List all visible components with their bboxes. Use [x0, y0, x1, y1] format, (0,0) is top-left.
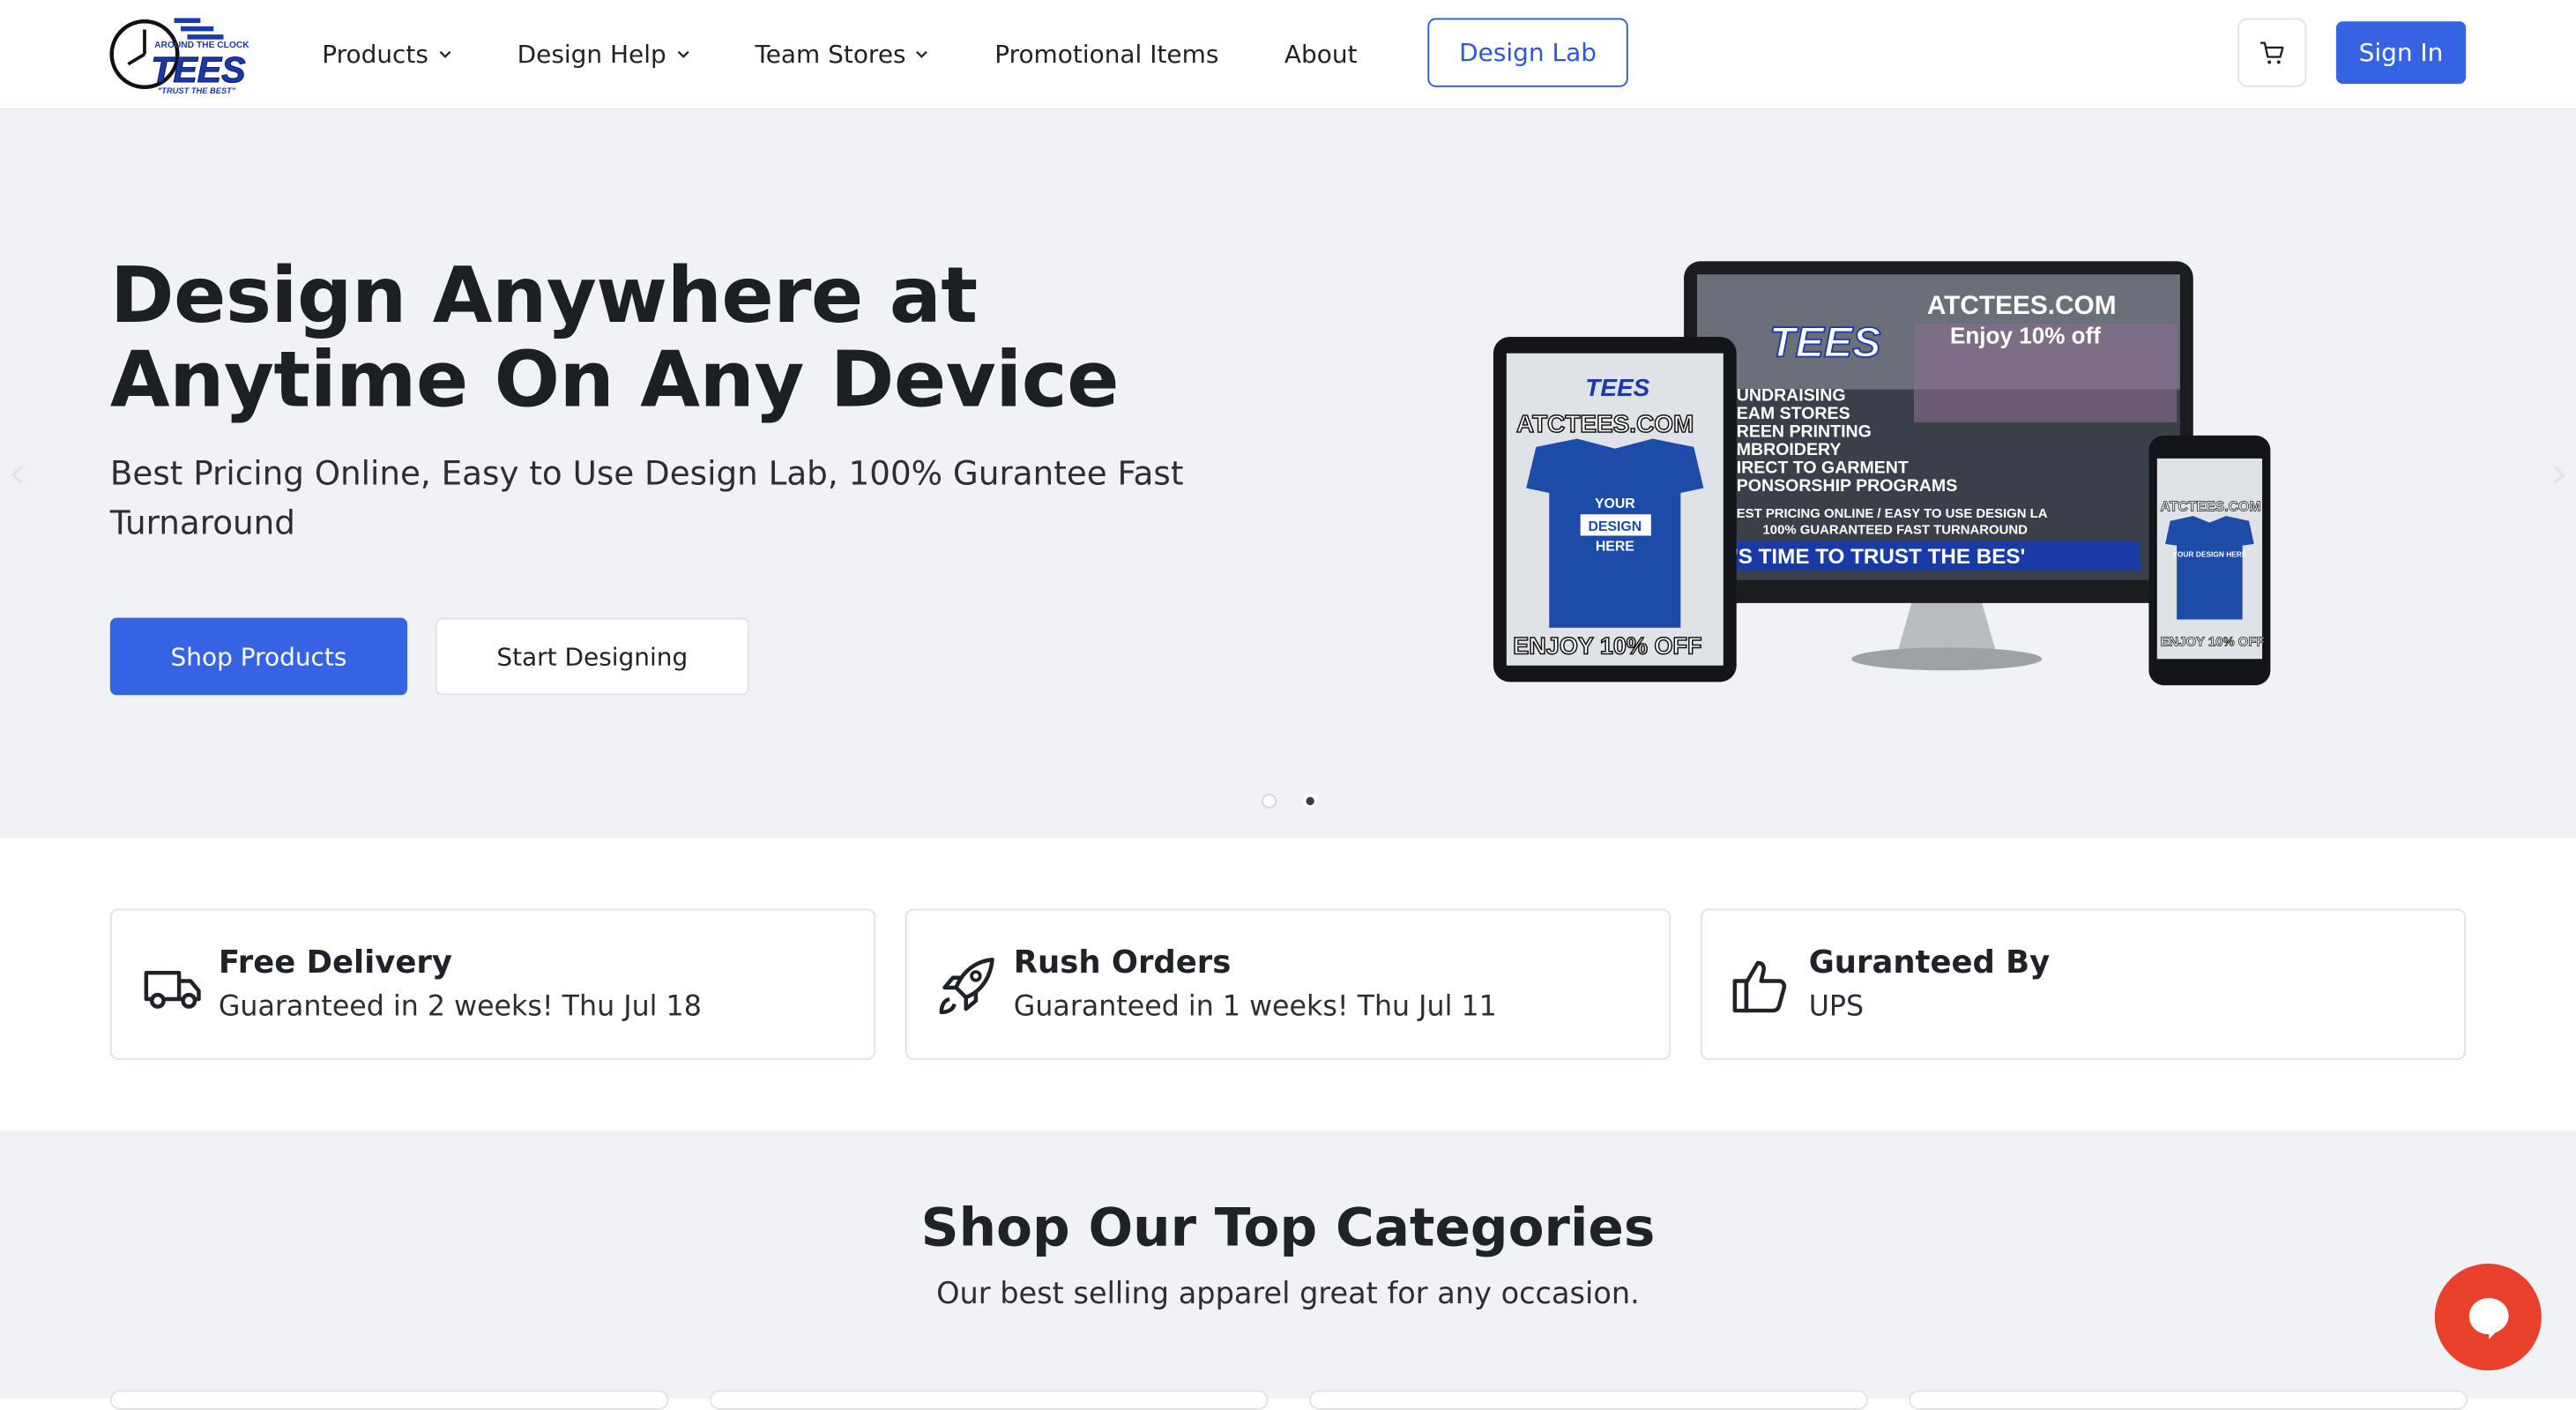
cart-button[interactable]: [2237, 18, 2307, 87]
category-card[interactable]: [1909, 1390, 2468, 1410]
feature-card-rush: Rush Orders Guaranteed in 1 weeks! Thu J…: [905, 908, 1671, 1060]
hero-carousel: Design Anywhere at Anytime On Any Device…: [0, 109, 2576, 839]
nav-products[interactable]: Products: [322, 39, 451, 70]
svg-text:DESIGN: DESIGN: [1588, 519, 1642, 534]
design-lab-button[interactable]: Design Lab: [1427, 18, 1628, 87]
site-header: AROUND THE CLOCK TEES "TRUST THE BEST" P…: [0, 0, 2576, 110]
hero-devices-image: ATCTEES.COM Enjoy 10% off TEES UNDRAISIN…: [1493, 261, 2271, 686]
feature-subtitle: Guaranteed in 2 weeks! Thu Jul 18: [218, 990, 702, 1024]
rocket-icon: [939, 958, 994, 1015]
phone-offer-text: ENJOY 10% OFF: [2161, 635, 2265, 649]
nav-promotional-items-label: Promotional Items: [994, 39, 1219, 70]
top-categories-section: Shop Our Top Categories Our best selling…: [0, 1130, 2576, 1410]
chat-icon: [2468, 1297, 2508, 1339]
feature-title: Free Delivery: [218, 944, 452, 981]
brand-logo[interactable]: AROUND THE CLOCK TEES "TRUST THE BEST": [108, 10, 257, 99]
hero-subtitle: Best Pricing Online, Easy to Use Design …: [109, 453, 1184, 542]
chat-widget-button[interactable]: [2434, 1264, 2542, 1371]
start-designing-button[interactable]: Start Designing: [435, 617, 749, 696]
hero-title: Design Anywhere at Anytime On Any Device: [109, 251, 1120, 426]
categories-subtitle: Our best selling apparel great for any o…: [936, 1276, 1640, 1312]
svg-text:TEES: TEES: [1585, 374, 1649, 401]
nav-about[interactable]: About: [1284, 40, 1358, 70]
svg-text:HERE: HERE: [1596, 539, 1634, 554]
svg-text:100% GUARANTEED FAST TURNAROUN: 100% GUARANTEED FAST TURNAROUND: [1763, 524, 2029, 538]
tablet-site-text: ATCTEES.COM: [1516, 410, 1694, 437]
svg-text:EAM STORES: EAM STORES: [1737, 404, 1850, 423]
monitor-site-text: ATCTEES.COM: [1927, 291, 2117, 320]
chevron-down-icon: [439, 50, 450, 58]
chevron-down-icon: [676, 50, 689, 58]
tablet-offer-text: ENJOY 10% OFF: [1513, 633, 1701, 660]
carousel-dot-2[interactable]: [1302, 794, 1318, 809]
carousel-indicators: [1262, 794, 1344, 809]
nav-design-help-label: Design Help: [517, 39, 666, 70]
svg-text:YOUR: YOUR: [1595, 496, 1635, 511]
carousel-prev-icon[interactable]: [6, 464, 26, 487]
nav-team-stores[interactable]: Team Stores: [755, 39, 928, 70]
svg-text:UNDRAISING: UNDRAISING: [1737, 386, 1846, 406]
phone-site-text: ATCTEES.COM: [2161, 500, 2261, 515]
nav-about-label: About: [1284, 39, 1358, 70]
category-card[interactable]: [710, 1390, 1269, 1410]
chevron-down-icon: [916, 50, 928, 58]
carousel-dot-1[interactable]: [1262, 794, 1277, 809]
categories-title: Shop Our Top Categories: [920, 1196, 1656, 1259]
category-card[interactable]: [1309, 1390, 1868, 1410]
svg-text:IRECT TO GARMENT: IRECT TO GARMENT: [1737, 459, 1909, 478]
truck-icon: [144, 970, 201, 1009]
feature-title: Rush Orders: [1013, 944, 1232, 981]
svg-text:EST PRICING ONLINE / EASY TO U: EST PRICING ONLINE / EASY TO USE DESIGN …: [1737, 507, 2048, 521]
shop-products-button[interactable]: Shop Products: [109, 617, 408, 696]
logo-main-text: TEES: [151, 49, 245, 90]
svg-text:MBROIDERY: MBROIDERY: [1737, 440, 1842, 459]
svg-text:'S TIME TO TRUST THE BES': 'S TIME TO TRUST THE BES': [1733, 545, 2025, 569]
phone-shirt-text: YOUR DESIGN HERE: [2172, 550, 2247, 559]
sign-in-button[interactable]: Sign In: [2335, 21, 2467, 85]
thumbs-up-icon: [1732, 960, 1787, 1013]
svg-text:TEES: TEES: [1769, 318, 1881, 366]
monitor-offer-text: Enjoy 10% off: [1950, 322, 2101, 348]
carousel-next-icon[interactable]: [2550, 464, 2569, 487]
feature-subtitle: UPS: [1808, 990, 1865, 1024]
page-root: AROUND THE CLOCK TEES "TRUST THE BEST" P…: [0, 0, 2576, 1410]
logo-tagline-text: "TRUST THE BEST": [158, 86, 236, 95]
feature-card-guarantee: Guranteed By UPS: [1700, 908, 2467, 1060]
nav-products-label: Products: [322, 39, 428, 70]
nav-promotional-items[interactable]: Promotional Items: [994, 40, 1218, 70]
nav-design-help[interactable]: Design Help: [517, 39, 689, 70]
nav-team-stores-label: Team Stores: [755, 39, 906, 70]
feature-card-delivery: Free Delivery Guaranteed in 2 weeks! Thu…: [109, 908, 876, 1060]
feature-title: Guranteed By: [1808, 944, 2051, 981]
svg-text:PONSORSHIP PROGRAMS: PONSORSHIP PROGRAMS: [1737, 476, 1958, 496]
cart-icon: [2259, 41, 2283, 63]
svg-text:REEN PRINTING: REEN PRINTING: [1737, 422, 1872, 442]
main-nav: Products Design Help Team Stores Promoti…: [322, 0, 1423, 108]
feature-subtitle: Guaranteed in 1 weeks! Thu Jul 11: [1013, 990, 1497, 1024]
category-card[interactable]: [109, 1390, 669, 1410]
feature-strip: Free Delivery Guaranteed in 2 weeks! Thu…: [109, 908, 2467, 1060]
